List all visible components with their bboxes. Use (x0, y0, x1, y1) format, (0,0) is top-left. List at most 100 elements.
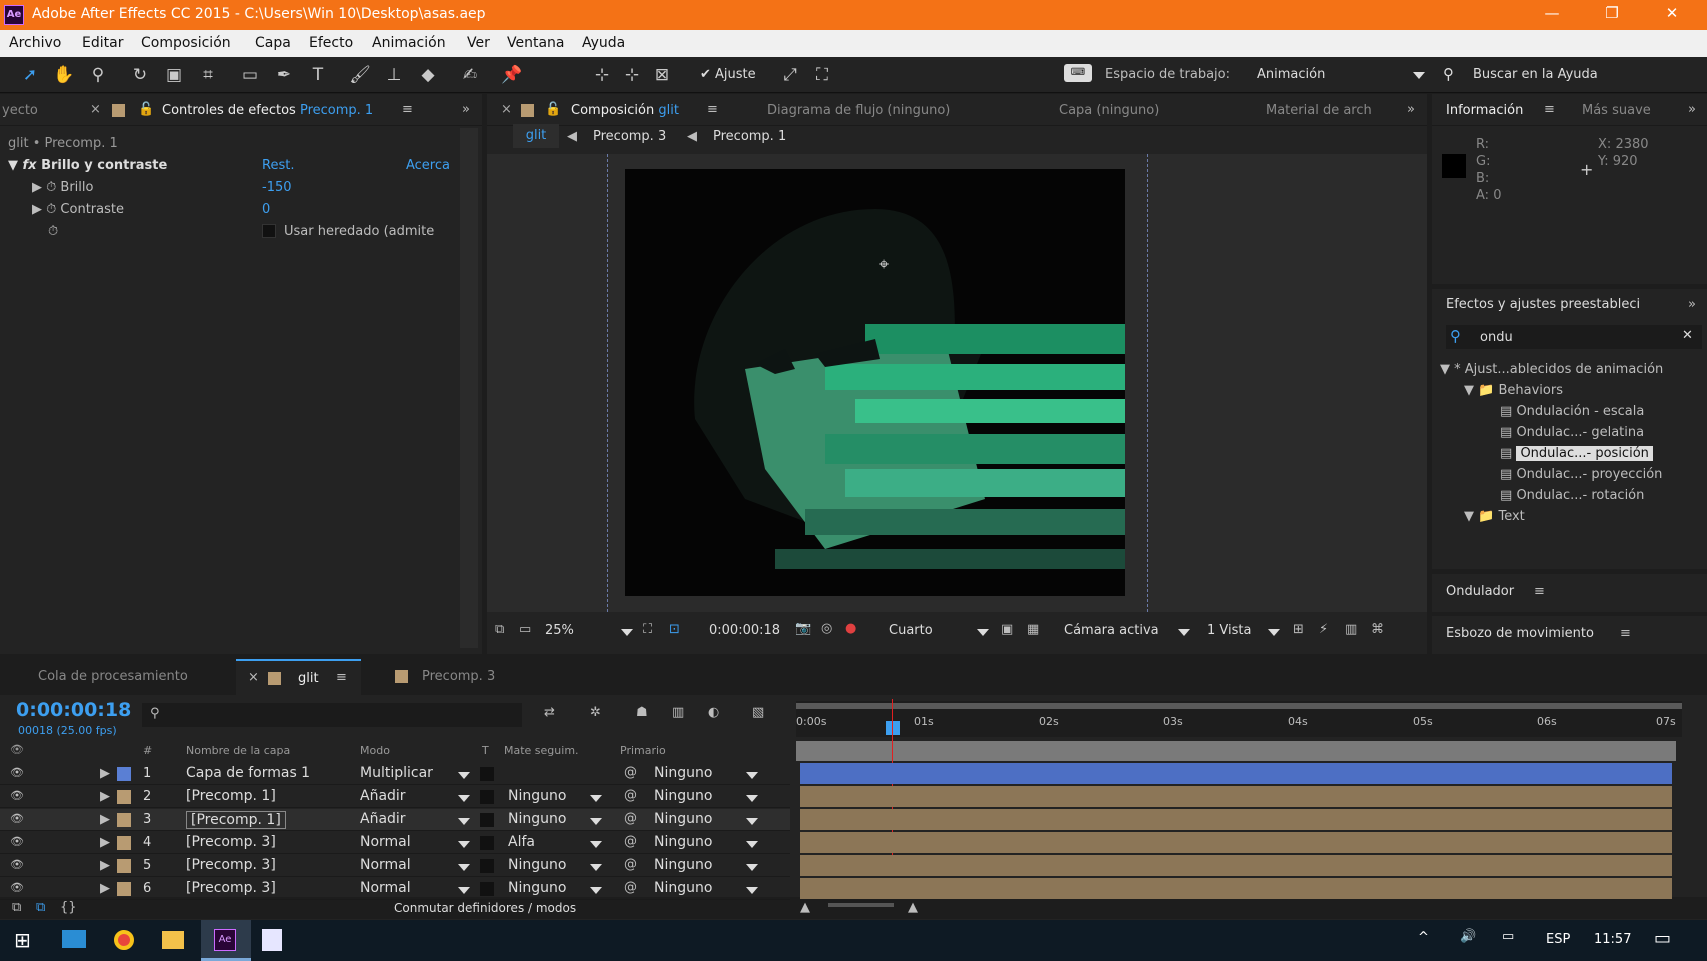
pan-behind-tool-icon[interactable]: ⌗ (196, 63, 220, 87)
layer-row[interactable]: 👁 ▶ 1 Capa de formas 1 Multiplicar @ Ninguno (0, 763, 790, 785)
lock-icon[interactable]: 🔓 (545, 102, 561, 117)
maximize-button[interactable]: ❐ (1592, 4, 1632, 26)
panel-menu-icon[interactable]: ≡ (1620, 626, 1631, 641)
zoom-select[interactable]: 25% (545, 623, 574, 638)
reset-link[interactable]: Rest. (262, 158, 294, 173)
flowchart-icon[interactable]: ⌘ (1371, 622, 1384, 637)
axis-view-icon[interactable]: ⊠ (650, 63, 674, 87)
expand-arrow-icon[interactable]: ▶ (100, 835, 110, 850)
toggle-pixel-icon[interactable]: ⊞ (1293, 622, 1304, 637)
chevron-down-icon[interactable] (621, 629, 633, 636)
preserve-transparency-checkbox[interactable] (480, 836, 494, 850)
pick-whip-icon[interactable]: @ (624, 857, 637, 872)
layer-search-input[interactable]: ⚲ (142, 703, 522, 727)
document-app-icon[interactable] (262, 929, 282, 951)
wiggler-panel[interactable]: Ondulador ≡ (1432, 574, 1707, 612)
tree-item-text[interactable]: ▼ 📁 Text (1440, 506, 1690, 527)
menu-editar[interactable]: Editar (82, 35, 123, 51)
stopwatch-icon[interactable]: ⏱ (46, 180, 56, 195)
crumb-precomp3[interactable]: Precomp. 3 (593, 129, 666, 144)
panel-menu-icon[interactable]: ≡ (402, 102, 413, 117)
preserve-transparency-checkbox[interactable] (480, 767, 494, 781)
timeline-timecode[interactable]: 0:00:00:18 (16, 699, 131, 721)
parent-select[interactable]: Ninguno (654, 857, 712, 873)
layer-name[interactable]: [Precomp. 1] (186, 811, 286, 829)
menu-ver[interactable]: Ver (467, 35, 490, 51)
stopwatch-icon[interactable]: ⏱ (48, 224, 58, 239)
tab-render-queue[interactable]: Cola de procesamiento (38, 669, 188, 684)
draft-3d-icon[interactable]: ✲ (590, 705, 601, 720)
chevron-down-icon[interactable] (458, 795, 470, 802)
frame-blending-icon[interactable]: ▥ (672, 705, 684, 720)
layer-row[interactable]: 👁 ▶ 6 [Precomp. 3] Normal Ninguno @ Ninguno (0, 878, 790, 900)
tree-item-preset[interactable]: ▤ Ondulac...- proyección (1440, 464, 1690, 485)
channels-icon[interactable]: ● (845, 621, 856, 636)
menu-ayuda[interactable]: Ayuda (582, 35, 625, 51)
workspace-select[interactable]: Animación (1257, 67, 1429, 82)
chevron-down-icon[interactable] (746, 841, 758, 848)
tab-flowchart[interactable]: Diagrama de flujo (ninguno) (767, 103, 950, 118)
effect-row[interactable]: ▼ fx Brillo y contraste (8, 158, 167, 173)
lock-icon[interactable]: 🔓 (138, 102, 154, 117)
shy-icon[interactable]: ☗ (636, 705, 648, 720)
panel-menu-icon[interactable]: ≡ (707, 102, 718, 117)
parent-select[interactable]: Ninguno (654, 765, 712, 781)
rectangle-tool-icon[interactable]: ▭ (238, 63, 262, 87)
menu-ventana[interactable]: Ventana (507, 35, 565, 51)
tab-footage[interactable]: Material de arch (1266, 103, 1378, 118)
close-tab-icon[interactable]: × (90, 102, 101, 117)
tree-item-behaviors[interactable]: ▼ 📁 Behaviors (1440, 380, 1690, 401)
region-icon[interactable]: ▣ (1001, 622, 1013, 637)
mode-select[interactable]: Añadir (360, 788, 406, 804)
text-tool-icon[interactable]: T (306, 63, 330, 87)
layer-name[interactable]: [Precomp. 3] (186, 857, 276, 873)
eye-icon[interactable]: 👁 (10, 835, 24, 848)
label-color[interactable] (117, 790, 131, 804)
close-button[interactable]: ✕ (1652, 4, 1692, 26)
chevron-down-icon[interactable] (977, 629, 989, 636)
expand-arrow-icon[interactable]: ▶ (100, 789, 110, 804)
menu-archivo[interactable]: Archivo (9, 35, 61, 51)
eye-icon[interactable]: 👁 (10, 858, 24, 871)
contraste-value[interactable]: 0 (262, 202, 270, 217)
eye-icon[interactable]: 👁 (10, 743, 24, 756)
layer-duration-bar[interactable] (800, 832, 1672, 853)
minimize-button[interactable]: — (1532, 4, 1572, 26)
preserve-transparency-checkbox[interactable] (480, 813, 494, 827)
expand-panels-icon[interactable]: » (462, 102, 470, 117)
language-indicator[interactable]: ESP (1546, 932, 1570, 947)
close-tab-icon[interactable]: × (248, 670, 259, 685)
zoom-tool-icon[interactable]: ⚲ (86, 63, 110, 87)
eye-icon[interactable]: 👁 (10, 766, 24, 779)
motion-blur-icon[interactable]: ◐ (708, 705, 719, 720)
clock[interactable]: 11:57 (1594, 932, 1631, 947)
desktop-app-icon[interactable] (62, 930, 86, 948)
stopwatch-icon[interactable]: ⏱ (46, 202, 56, 217)
layer-row[interactable]: 👁 ▶ 3 [Precomp. 1] Añadir Ninguno @ Ninguno (0, 809, 790, 831)
label-color[interactable] (117, 882, 131, 896)
pick-whip-icon[interactable]: @ (624, 765, 637, 780)
roto-brush-tool-icon[interactable]: ✍ (458, 63, 482, 87)
matte-select[interactable]: Alfa (508, 834, 535, 850)
crumb-precomp1[interactable]: Precomp. 1 (713, 129, 786, 144)
aftereffects-taskbar-button[interactable]: Ae (201, 920, 251, 961)
chevron-down-icon[interactable] (746, 887, 758, 894)
tree-item-animation-presets[interactable]: ▼ * Ajust...ablecidos de animación (1440, 359, 1690, 380)
snap-feather-icon[interactable]: ⛶ (810, 63, 834, 87)
layer-row[interactable]: 👁 ▶ 2 [Precomp. 1] Añadir Ninguno @ Ninguno (0, 786, 790, 808)
expand-arrow-icon[interactable]: ▶ (100, 881, 110, 896)
mode-select[interactable]: Normal (360, 880, 411, 896)
chevron-down-icon[interactable] (458, 887, 470, 894)
parent-select[interactable]: Ninguno (654, 834, 712, 850)
mode-select[interactable]: Normal (360, 857, 411, 873)
chevron-down-icon[interactable] (746, 864, 758, 871)
panel-menu-icon[interactable]: ≡ (1544, 102, 1555, 117)
prop-row-contraste[interactable]: ▶ ⏱ Contraste (32, 202, 124, 217)
preserve-transparency-checkbox[interactable] (480, 859, 494, 873)
time-ruler[interactable]: 0:00s 01s 02s 03s 04s 05s 06s 07s (796, 701, 1682, 737)
label-color[interactable] (117, 813, 131, 827)
zoom-out-icon[interactable]: ▲ (800, 900, 810, 915)
chevron-down-icon[interactable] (458, 841, 470, 848)
menu-efecto[interactable]: Efecto (309, 35, 353, 51)
pick-whip-icon[interactable]: @ (624, 880, 637, 895)
